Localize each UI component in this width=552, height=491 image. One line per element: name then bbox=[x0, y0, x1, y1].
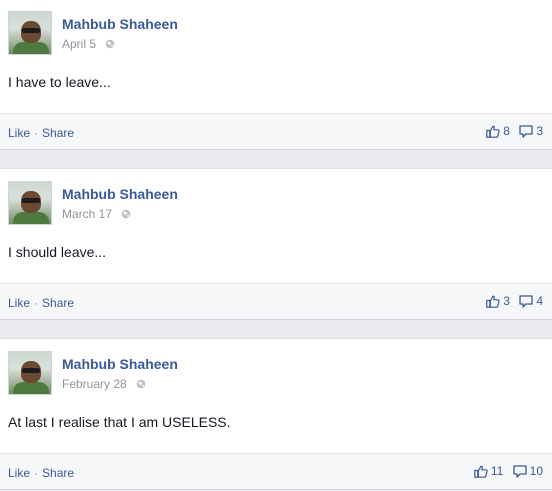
like-link[interactable]: Like bbox=[8, 466, 30, 480]
likes-count: 3 bbox=[503, 294, 510, 308]
thumbs-up-icon bbox=[474, 465, 488, 478]
post-actions: Like · Share bbox=[8, 296, 74, 310]
comments-count-button[interactable]: 10 bbox=[512, 464, 543, 478]
avatar-body bbox=[13, 42, 49, 54]
globe-icon[interactable] bbox=[105, 39, 115, 49]
comments-count: 10 bbox=[529, 464, 543, 478]
post-footer: Like · Share 8 3 bbox=[0, 113, 552, 149]
post-footer: Like · Share 11 10 bbox=[0, 453, 552, 489]
author-name[interactable]: Mahbub Shaheen bbox=[62, 16, 178, 32]
separator-dot: · bbox=[34, 126, 39, 140]
post-counts: 11 10 bbox=[468, 464, 543, 481]
avatar-body bbox=[13, 212, 49, 224]
like-link[interactable]: Like bbox=[8, 296, 30, 310]
post-header: Mahbub Shaheen March 17 bbox=[8, 181, 548, 227]
likes-count-button[interactable]: 3 bbox=[486, 294, 510, 308]
likes-count: 11 bbox=[490, 464, 504, 478]
post-footer: Like · Share 3 4 bbox=[0, 283, 552, 319]
like-link[interactable]: Like bbox=[8, 126, 30, 140]
post-actions: Like · Share bbox=[8, 126, 74, 140]
comment-bubble-icon bbox=[519, 124, 533, 138]
avatar-glasses bbox=[22, 368, 40, 373]
share-link[interactable]: Share bbox=[42, 126, 74, 140]
share-link[interactable]: Share bbox=[42, 466, 74, 480]
separator-dot: · bbox=[34, 296, 39, 310]
post-date-row: March 17 bbox=[62, 207, 131, 221]
post-actions: Like · Share bbox=[8, 466, 74, 480]
separator-dot: · bbox=[34, 466, 39, 480]
globe-icon[interactable] bbox=[121, 209, 131, 219]
avatar-glasses bbox=[22, 198, 40, 203]
post-header: Mahbub Shaheen February 28 bbox=[8, 351, 548, 397]
comment-bubble-icon bbox=[512, 464, 527, 478]
post-date[interactable]: March 17 bbox=[62, 207, 112, 221]
post-date-row: April 5 bbox=[62, 37, 115, 51]
feed-post: Mahbub Shaheen February 28 At last I rea… bbox=[0, 338, 552, 490]
avatar[interactable] bbox=[8, 11, 52, 55]
avatar[interactable] bbox=[8, 181, 52, 225]
post-message: At last I realise that I am USELESS. bbox=[8, 414, 231, 430]
avatar[interactable] bbox=[8, 351, 52, 395]
comment-bubble-icon bbox=[519, 294, 533, 308]
likes-count-button[interactable]: 11 bbox=[474, 464, 503, 478]
post-date[interactable]: February 28 bbox=[62, 377, 127, 391]
comments-count-button[interactable]: 4 bbox=[519, 294, 543, 308]
post-counts: 8 3 bbox=[480, 124, 543, 141]
thumbs-up-icon bbox=[486, 125, 500, 138]
thumbs-up-icon bbox=[486, 295, 500, 308]
feed-post: Mahbub Shaheen March 17 I should leave..… bbox=[0, 168, 552, 320]
avatar-body bbox=[13, 382, 49, 394]
feed-post: Mahbub Shaheen April 5 I have to leave..… bbox=[0, 0, 552, 150]
likes-count: 8 bbox=[503, 124, 510, 138]
post-counts: 3 4 bbox=[480, 294, 543, 311]
globe-icon[interactable] bbox=[136, 379, 146, 389]
comments-count-button[interactable]: 3 bbox=[519, 124, 543, 138]
comments-count: 4 bbox=[536, 294, 543, 308]
post-message: I should leave... bbox=[8, 244, 107, 260]
author-name[interactable]: Mahbub Shaheen bbox=[62, 356, 178, 372]
comments-count: 3 bbox=[536, 124, 543, 138]
post-header: Mahbub Shaheen April 5 bbox=[8, 11, 548, 57]
likes-count-button[interactable]: 8 bbox=[486, 124, 510, 138]
avatar-glasses bbox=[22, 28, 40, 33]
post-date-row: February 28 bbox=[62, 377, 146, 391]
author-name[interactable]: Mahbub Shaheen bbox=[62, 186, 178, 202]
post-date[interactable]: April 5 bbox=[62, 37, 96, 51]
share-link[interactable]: Share bbox=[42, 296, 74, 310]
post-message: I have to leave... bbox=[8, 74, 111, 90]
